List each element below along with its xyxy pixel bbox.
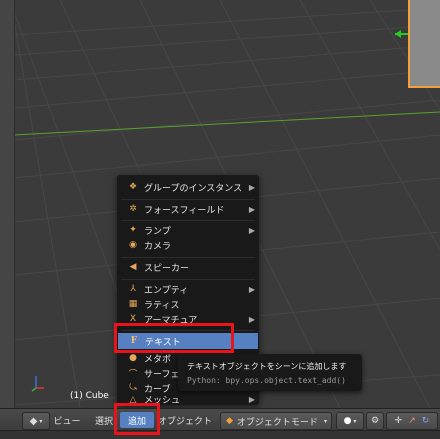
mode-label: オブジェクトモード — [236, 417, 318, 428]
object-mode-icon: ◆ — [226, 416, 233, 426]
pivot-button[interactable]: ⚙ — [366, 412, 384, 430]
pivot-icon: ⚙ — [370, 416, 380, 426]
submenu-arrow-icon: ▶ — [248, 395, 255, 404]
tooltip-title: テキストオブジェクトをシーンに追加します — [187, 362, 347, 371]
tooltip: テキストオブジェクトをシーンに追加します Python: bpy.ops.obj… — [178, 354, 362, 391]
shading-dropdown[interactable]: ● ▾ — [336, 412, 364, 430]
speaker-icon: ◀ — [129, 262, 137, 272]
highlight-box-add — [114, 403, 160, 435]
tooltip-python: Python: bpy.ops.object.text_add() — [187, 376, 346, 385]
menu-divider — [121, 220, 255, 221]
submenu-arrow-icon: ▶ — [248, 284, 255, 294]
manipulator-icon: ✛ — [394, 416, 403, 426]
submenu-arrow-icon: ▶ — [248, 204, 255, 214]
menu-item-lattice[interactable]: ▦ ラティス — [117, 296, 259, 312]
dropdown-arrow-icon: ▾ — [39, 417, 43, 425]
axis-gizmo-icon — [31, 376, 44, 392]
empty-icon: ⅄ — [130, 284, 136, 294]
highlight-box-text — [114, 323, 234, 353]
dropdown-arrow-icon: ▾ — [353, 417, 357, 425]
menu-item-speaker[interactable]: ◀ スピーカー — [117, 259, 259, 275]
force-field-icon: ✲ — [129, 204, 137, 214]
menu-item-empty[interactable]: ⅄ エンプティ ▶ — [117, 281, 259, 297]
cube-icon: ◆ — [29, 415, 38, 427]
rotate-icon: ↻ — [421, 416, 430, 426]
menu-divider — [121, 199, 255, 200]
submenu-arrow-icon: ▶ — [248, 314, 255, 324]
menu-item-camera[interactable]: ◉ カメラ — [117, 237, 259, 253]
menu-item-force-field[interactable]: ✲ フォースフィールド ▶ — [117, 201, 259, 217]
metaball-icon: ● — [129, 353, 137, 363]
toolbar-edge[interactable] — [0, 0, 15, 408]
menu-divider — [121, 257, 255, 258]
menu-item-group-instance[interactable]: ❖ グループのインスタンス ▶ — [117, 179, 259, 195]
menu-view[interactable]: ビュー — [52, 412, 82, 428]
dropdown-arrow-icon: ▾ — [323, 417, 327, 425]
lamp-icon: ✦ — [129, 225, 137, 235]
menu-object[interactable]: オブジェクト — [156, 412, 214, 428]
submenu-arrow-icon: ▶ — [248, 225, 255, 235]
group-icon: ❖ — [128, 182, 138, 192]
lattice-icon: ▦ — [128, 299, 138, 309]
mode-dropdown[interactable]: ◆ オブジェクトモード ▾ — [220, 412, 332, 430]
editor-type-button[interactable]: ◆ ▾ — [22, 412, 50, 430]
viewport-header: ◆ ▾ ビュー 選択 追加 オブジェクト ◆ オブジェクトモード ▾ ● ▾ ⚙… — [0, 408, 440, 431]
translate-icon: ↗ — [408, 416, 416, 426]
menu-item-lamp[interactable]: ✦ ランプ ▶ — [117, 222, 259, 238]
camera-icon: ◉ — [129, 240, 137, 250]
manipulator-buttons[interactable]: ✛ ↗ ↻ — [386, 412, 438, 430]
menu-divider — [121, 279, 255, 280]
active-object-label: (1) Cube — [70, 391, 109, 401]
curve-icon: ⤿ — [129, 383, 137, 393]
submenu-arrow-icon: ▶ — [248, 182, 255, 192]
solid-shading-icon: ● — [343, 416, 352, 426]
selected-cube[interactable] — [408, 0, 440, 88]
surface-icon: ⌒ — [128, 369, 138, 380]
menu-select[interactable]: 選択 — [92, 412, 116, 428]
